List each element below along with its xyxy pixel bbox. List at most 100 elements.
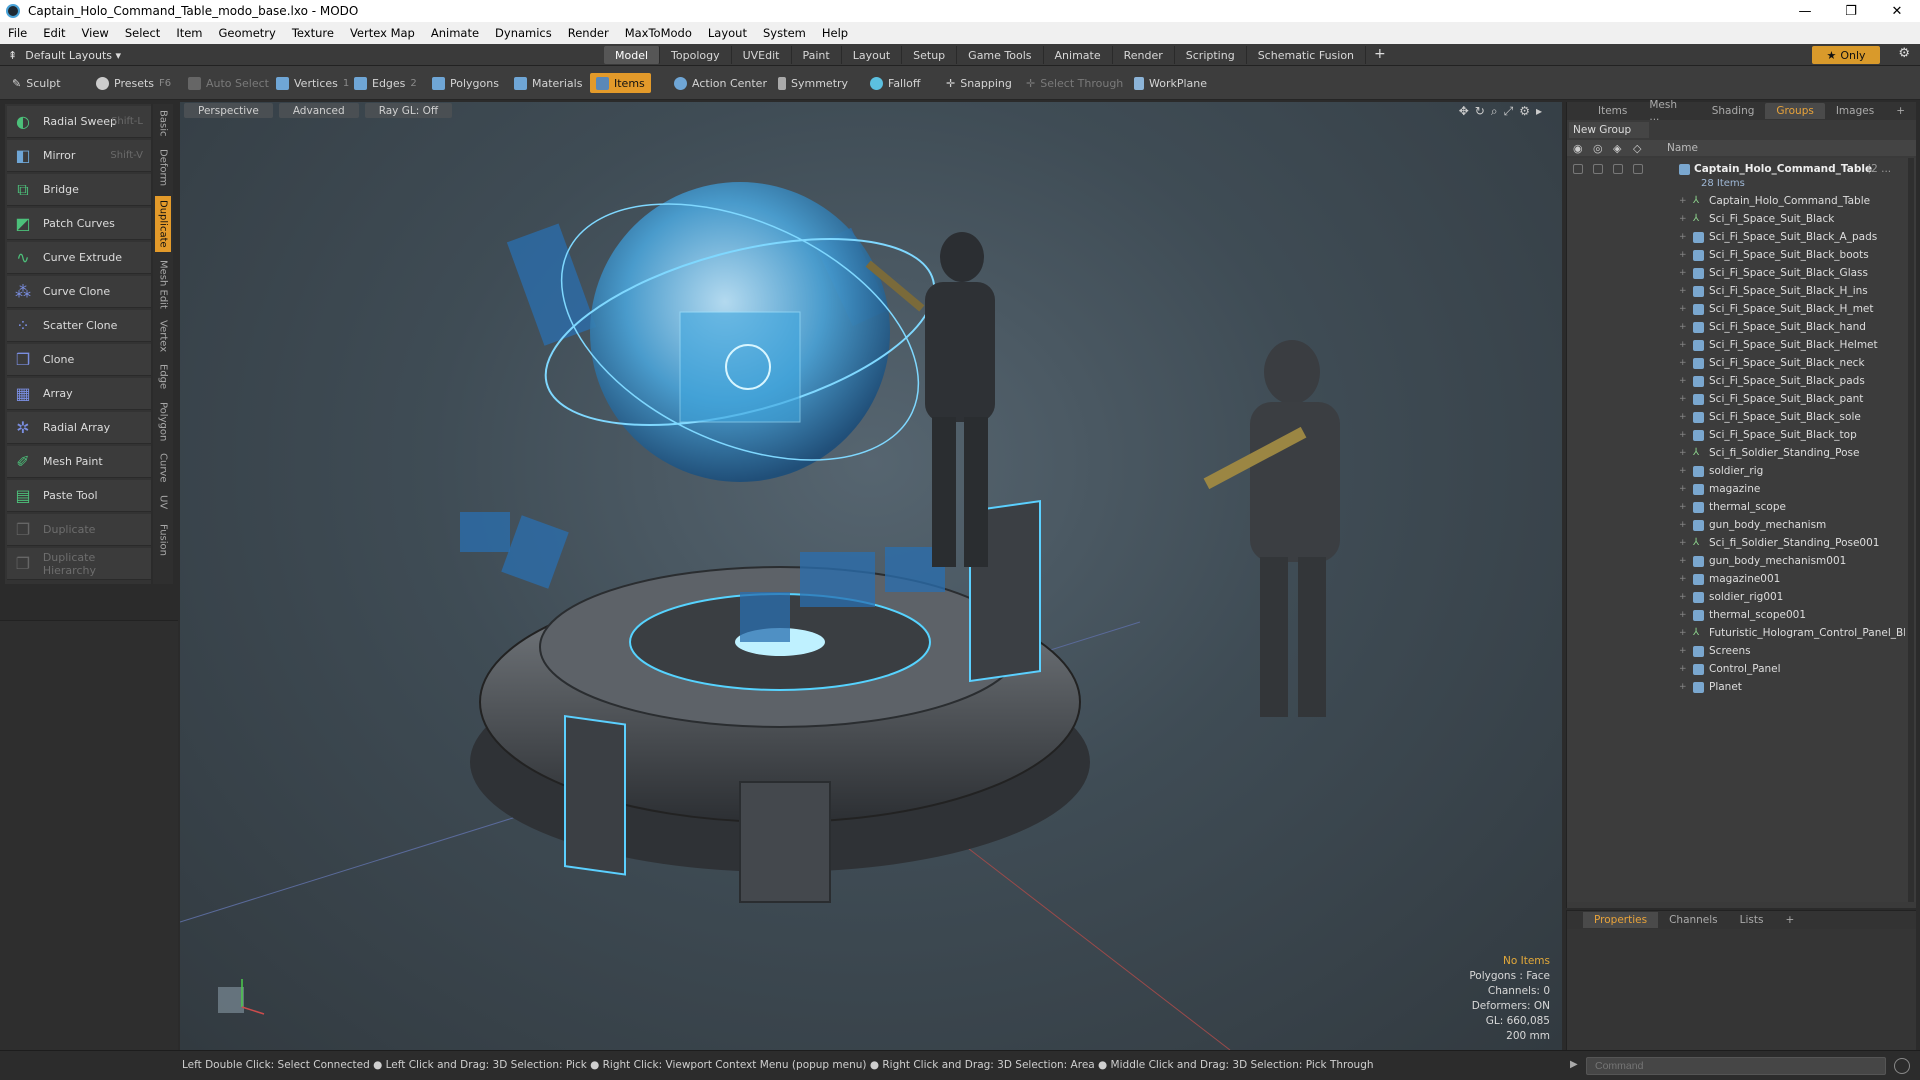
expand-icon[interactable]: +: [1679, 232, 1687, 242]
tab-uvedit[interactable]: UVEdit: [732, 46, 792, 64]
add-tab-plus-icon[interactable]: +: [1366, 46, 1394, 64]
lock-icon[interactable]: ◎: [1593, 142, 1603, 155]
tab-paint[interactable]: Paint: [792, 46, 842, 64]
menu-vertex-map[interactable]: Vertex Map: [342, 26, 423, 40]
sidetab-mesh-edit[interactable]: Mesh Edit: [155, 256, 171, 312]
3d-viewport[interactable]: Perspective Advanced Ray GL: Off ✥ ↻ ⌕ ⤢…: [180, 102, 1562, 1050]
tool-mirror[interactable]: ◧ Mirror Shift-V: [7, 140, 151, 172]
sidetab-vertex[interactable]: Vertex: [155, 316, 171, 356]
tab-layout[interactable]: Layout: [842, 46, 903, 64]
edges-button[interactable]: Edges 2: [348, 73, 423, 93]
expand-icon[interactable]: +: [1679, 448, 1687, 458]
group-eye-icon[interactable]: [1573, 164, 1583, 174]
list-item[interactable]: + Sci_Fi_Space_Suit_Black_pant: [1567, 390, 1907, 408]
menu-texture[interactable]: Texture: [284, 26, 342, 40]
list-item[interactable]: + ⅄ Sci_fi_Soldier_Standing_Pose001: [1567, 534, 1907, 552]
expand-icon[interactable]: +: [1679, 412, 1687, 422]
expand-icon[interactable]: +: [1679, 394, 1687, 404]
tool-curve-extrude[interactable]: ∿ Curve Extrude: [7, 242, 151, 274]
add-panel-tab-plus-icon[interactable]: +: [1885, 103, 1916, 119]
expand-icon[interactable]: +: [1679, 430, 1687, 440]
minimize-button[interactable]: —: [1782, 0, 1828, 22]
sidetab-fusion[interactable]: Fusion: [155, 518, 171, 562]
symmetry-button[interactable]: Symmetry: [772, 73, 854, 93]
list-item[interactable]: + Sci_Fi_Space_Suit_Black_pads: [1567, 372, 1907, 390]
tab-mesh[interactable]: Mesh ...: [1638, 99, 1700, 123]
maximize-button[interactable]: ❐: [1828, 0, 1874, 22]
tab-groups[interactable]: Groups: [1765, 103, 1825, 119]
tab-setup[interactable]: Setup: [902, 46, 958, 64]
layout-selector[interactable]: ⇞ Default Layouts ▾: [8, 47, 121, 63]
list-item[interactable]: + soldier_rig: [1567, 462, 1907, 480]
polygons-button[interactable]: Polygons: [426, 73, 505, 93]
tab-schematic-fusion[interactable]: Schematic Fusion: [1247, 46, 1367, 64]
tool-radial-array[interactable]: ✲ Radial Array: [7, 412, 151, 444]
tool-duplicate-hierarchy[interactable]: ❐ Duplicate Hierarchy: [7, 548, 151, 580]
tool-radial-sweep[interactable]: ◐ Radial Sweep Shift-L: [7, 106, 151, 138]
items-button[interactable]: Items: [590, 73, 651, 93]
tab-items[interactable]: Items: [1587, 103, 1638, 119]
tab-scripting[interactable]: Scripting: [1175, 46, 1247, 64]
list-item[interactable]: + Sci_Fi_Space_Suit_Black_hand: [1567, 318, 1907, 336]
list-item[interactable]: + Planet: [1567, 678, 1907, 696]
expand-icon[interactable]: +: [1679, 268, 1687, 278]
expand-icon[interactable]: +: [1679, 646, 1687, 656]
tool-bridge[interactable]: ⧉ Bridge: [7, 174, 151, 206]
list-item[interactable]: + ⅄ Sci_fi_Soldier_Standing_Pose: [1567, 444, 1907, 462]
expand-icon[interactable]: +: [1679, 628, 1687, 638]
expand-icon[interactable]: +: [1679, 322, 1687, 332]
tool-paste-tool[interactable]: ▤ Paste Tool: [7, 480, 151, 512]
group-lock-icon[interactable]: [1593, 164, 1603, 174]
presets-button[interactable]: Presets F6: [90, 73, 177, 93]
tab-shading[interactable]: Shading: [1701, 103, 1766, 119]
menu-render[interactable]: Render: [560, 26, 617, 40]
tab-lists[interactable]: Lists: [1729, 912, 1775, 928]
tool-curve-clone[interactable]: ⁂ Curve Clone: [7, 276, 151, 308]
expand-icon[interactable]: +: [1679, 502, 1687, 512]
list-item[interactable]: + Sci_Fi_Space_Suit_Black_H_ins: [1567, 282, 1907, 300]
workplane-button[interactable]: WorkPlane: [1128, 73, 1213, 93]
sidetab-basic[interactable]: Basic: [155, 106, 171, 140]
menu-animate[interactable]: Animate: [423, 26, 487, 40]
expand-icon[interactable]: +: [1679, 286, 1687, 296]
expand-icon[interactable]: +: [1679, 358, 1687, 368]
menu-dynamics[interactable]: Dynamics: [487, 26, 560, 40]
gear-icon[interactable]: ⚙: [1898, 46, 1910, 61]
list-item[interactable]: + Sci_Fi_Space_Suit_Black_top: [1567, 426, 1907, 444]
expand-icon[interactable]: +: [1679, 574, 1687, 584]
expand-icon[interactable]: +: [1679, 304, 1687, 314]
select-through-button[interactable]: ✛ Select Through: [1020, 73, 1129, 93]
expand-icon[interactable]: +: [1679, 466, 1687, 476]
list-item[interactable]: + soldier_rig001: [1567, 588, 1907, 606]
expand-icon[interactable]: +: [1679, 196, 1687, 206]
list-item[interactable]: + thermal_scope001: [1567, 606, 1907, 624]
list-item[interactable]: + magazine: [1567, 480, 1907, 498]
add-properties-tab-plus-icon[interactable]: +: [1774, 912, 1805, 928]
expand-icon[interactable]: +: [1679, 664, 1687, 674]
menu-maxtomodo[interactable]: MaxToModo: [617, 26, 700, 40]
tab-topology[interactable]: Topology: [660, 46, 732, 64]
tab-channels[interactable]: Channels: [1658, 912, 1729, 928]
expand-icon[interactable]: +: [1679, 538, 1687, 548]
group-render-icon[interactable]: [1613, 164, 1623, 174]
menu-edit[interactable]: Edit: [35, 26, 73, 40]
menu-view[interactable]: View: [74, 26, 117, 40]
sidetab-edge[interactable]: Edge: [155, 360, 171, 394]
list-item[interactable]: + Sci_Fi_Space_Suit_Black_H_met: [1567, 300, 1907, 318]
list-item[interactable]: + Control_Panel: [1567, 660, 1907, 678]
list-item[interactable]: + ⅄ Futuristic_Hologram_Control_Panel_Bl..…: [1567, 624, 1907, 642]
render-toggle-icon[interactable]: ◈: [1613, 142, 1621, 155]
menu-item[interactable]: Item: [168, 26, 210, 40]
list-item[interactable]: + gun_body_mechanism: [1567, 516, 1907, 534]
expand-icon[interactable]: +: [1679, 214, 1687, 224]
materials-button[interactable]: Materials: [508, 73, 588, 93]
expand-icon[interactable]: +: [1679, 340, 1687, 350]
list-item[interactable]: + Sci_Fi_Space_Suit_Black_neck: [1567, 354, 1907, 372]
list-item[interactable]: + Sci_Fi_Space_Suit_Black_boots: [1567, 246, 1907, 264]
tool-duplicate[interactable]: ❐ Duplicate: [7, 514, 151, 546]
expand-icon[interactable]: +: [1679, 484, 1687, 494]
tab-game-tools[interactable]: Game Tools: [957, 46, 1044, 64]
sidetab-deform[interactable]: Deform: [155, 144, 171, 192]
expand-icon[interactable]: +: [1679, 610, 1687, 620]
expand-icon[interactable]: +: [1679, 376, 1687, 386]
